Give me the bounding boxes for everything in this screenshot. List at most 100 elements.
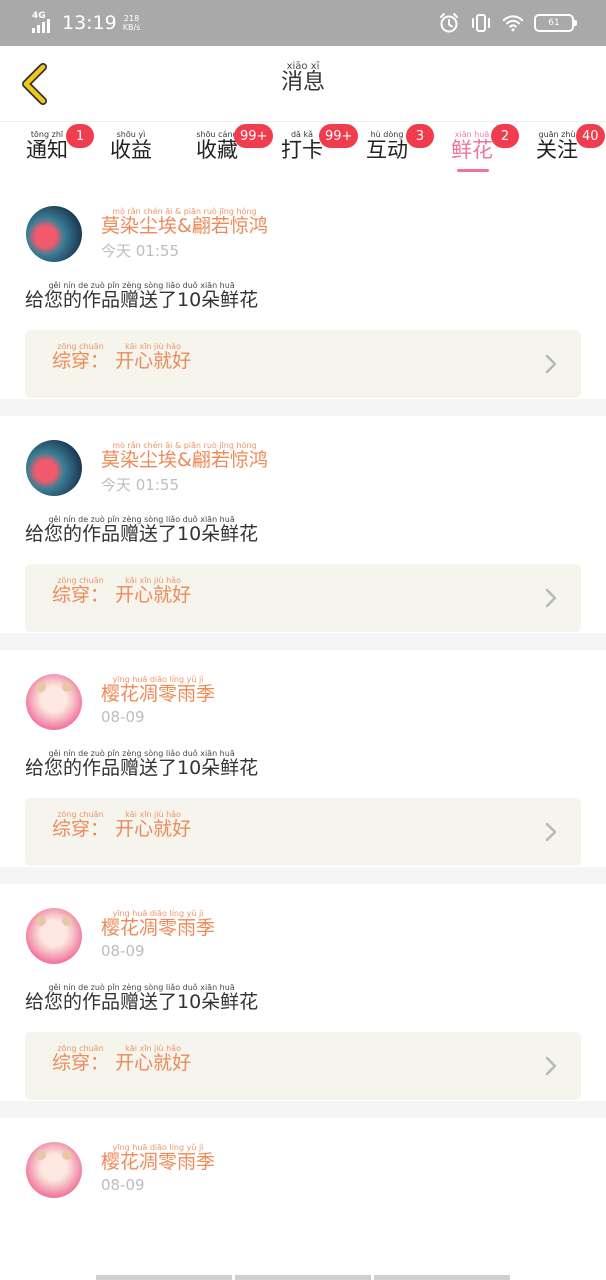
user-name[interactable]: mò rǎn chén āi & piān ruò jīng hóng 莫染尘埃&… — [101, 441, 268, 471]
list-item: yīng huā diāo líng yǔ jì 樱花凋零雨季 08-09 gěi… — [0, 650, 606, 884]
work-label: 综穿： — [52, 818, 110, 840]
message-text: gěi nín de zuò pǐn zèng sòng liǎo duǒ xi… — [25, 281, 258, 311]
timestamp: 08-09 — [101, 708, 145, 726]
message-pinyin: gěi nín de zuò pǐn zèng sòng liǎo duǒ xi… — [48, 281, 235, 290]
message-text: gěi nín de zuò pǐn zèng sòng liǎo duǒ xi… — [25, 983, 258, 1013]
battery-level: 61 — [548, 18, 560, 28]
avatar[interactable] — [26, 674, 82, 730]
tab-bar: tōng zhī 通知 1 shōu yì 收益 shōu cáng 收藏 99… — [0, 122, 606, 182]
work-title-pinyin: kāi xīn jiù hǎo — [125, 342, 181, 351]
work-label-pinyin: zōng chuān — [57, 1044, 104, 1053]
battery-icon: 61 — [534, 14, 577, 32]
work-info: zōng chuān 综穿： kāi xīn jiù hǎo 开心就好 — [52, 810, 191, 840]
work-link[interactable]: zōng chuān 综穿： kāi xīn jiù hǎo 开心就好 — [25, 330, 581, 398]
speed-value: 218 — [123, 14, 140, 23]
user-name-text: 樱花凋零雨季 — [101, 1151, 216, 1173]
clock: 13:19 — [62, 12, 117, 34]
work-info: zōng chuān 综穿： kāi xīn jiù hǎo 开心就好 — [52, 342, 191, 372]
tab-label: 互动 — [366, 138, 408, 162]
network-speed: 218 KB/s — [123, 14, 141, 32]
tab-pinyin: xiān huā — [454, 130, 490, 139]
message-body: 给您的作品赠送了10朵鲜花 — [25, 757, 259, 779]
user-name[interactable]: yīng huā diāo líng yǔ jì 樱花凋零雨季 — [101, 909, 215, 939]
network-type: 4G — [32, 11, 46, 21]
work-label-pinyin: zōng chuān — [57, 810, 104, 819]
chevron-right-icon — [543, 352, 559, 376]
tab-badge: 40 — [576, 124, 605, 148]
timestamp: 08-09 — [101, 1176, 145, 1194]
tab-pinyin: tōng zhī — [30, 130, 64, 139]
tab-notice[interactable]: tōng zhī 通知 1 — [26, 124, 94, 180]
work-info: zōng chuān 综穿： kāi xīn jiù hǎo 开心就好 — [52, 1044, 191, 1074]
timestamp: 今天 01:55 — [101, 476, 179, 494]
avatar[interactable] — [26, 440, 82, 496]
tab-badge: 1 — [66, 124, 94, 148]
user-name-text: 樱花凋零雨季 — [101, 917, 216, 939]
tab-badge: 2 — [491, 124, 519, 148]
tab-label: 通知 — [26, 138, 68, 162]
avatar[interactable] — [26, 908, 82, 964]
work-title: 开心就好 — [115, 1052, 192, 1074]
work-link[interactable]: zōng chuān 综穿： kāi xīn jiù hǎo 开心就好 — [25, 564, 581, 632]
tab-pinyin: shōu yì — [116, 130, 146, 139]
message-body: 给您的作品赠送了10朵鲜花 — [25, 523, 259, 545]
list-item: yīng huā diāo líng yǔ jì 樱花凋零雨季 08-09 gěi… — [0, 884, 606, 1118]
work-label: 综穿： — [52, 350, 110, 372]
tab-badge: 99+ — [234, 124, 274, 148]
work-title-pinyin: kāi xīn jiù hǎo — [125, 576, 181, 585]
message-text: gěi nín de zuò pǐn zèng sòng liǎo duǒ xi… — [25, 515, 258, 545]
message-pinyin: gěi nín de zuò pǐn zèng sòng liǎo duǒ xi… — [48, 983, 235, 992]
status-right: 61 — [438, 11, 577, 35]
user-name-pinyin: yīng huā diāo líng yǔ jì — [112, 675, 204, 684]
work-title: 开心就好 — [115, 584, 192, 606]
tab-label: 收益 — [110, 138, 152, 162]
page-title-pinyin: xiāo xī — [286, 61, 320, 72]
user-name[interactable]: mò rǎn chén āi & piān ruò jīng hóng 莫染尘埃&… — [101, 207, 268, 237]
work-link[interactable]: zōng chuān 综穿： kāi xīn jiù hǎo 开心就好 — [25, 798, 581, 866]
app-header: xiāo xī 消息 — [0, 46, 606, 122]
avatar[interactable] — [26, 1142, 82, 1198]
message-pinyin: gěi nín de zuò pǐn zèng sòng liǎo duǒ xi… — [48, 749, 235, 758]
work-info: zōng chuān 综穿： kāi xīn jiù hǎo 开心就好 — [52, 576, 191, 606]
tab-interaction[interactable]: hù dòng 互动 3 — [366, 124, 434, 180]
tab-earnings[interactable]: shōu yì 收益 — [110, 130, 152, 180]
message-text: gěi nín de zuò pǐn zèng sòng liǎo duǒ xi… — [25, 749, 258, 779]
tab-pinyin: hù dòng — [370, 130, 404, 139]
chevron-right-icon — [543, 586, 559, 610]
active-tab-indicator — [457, 169, 489, 172]
tab-flowers[interactable]: xiān huā 鲜花 2 — [451, 124, 519, 180]
status-bar: 4G 13:19 218 KB/s 61 — [0, 0, 606, 46]
page-title-text: 消息 — [280, 70, 325, 95]
tab-favorites[interactable]: shōu cáng 收藏 99+ — [196, 124, 274, 180]
list-item: mò rǎn chén āi & piān ruò jīng hóng 莫染尘埃&… — [0, 416, 606, 650]
timestamp: 08-09 — [101, 942, 145, 960]
work-label: 综穿： — [52, 584, 110, 606]
message-body: 给您的作品赠送了10朵鲜花 — [25, 289, 259, 311]
flower-feed: mò rǎn chén āi & piān ruò jīng hóng 莫染尘埃&… — [0, 182, 606, 1218]
page-title: xiāo xī 消息 — [0, 62, 606, 95]
list-item: mò rǎn chén āi & piān ruò jīng hóng 莫染尘埃&… — [0, 182, 606, 416]
message-pinyin: gěi nín de zuò pǐn zèng sòng liǎo duǒ xi… — [48, 515, 235, 524]
speed-unit: KB/s — [122, 23, 141, 32]
chevron-right-icon — [543, 820, 559, 844]
work-label: 综穿： — [52, 1052, 110, 1074]
tab-label: 打卡 — [281, 138, 323, 162]
avatar[interactable] — [26, 206, 82, 262]
home-indicator — [0, 1275, 606, 1280]
user-name-pinyin: mò rǎn chén āi & piān ruò jīng hóng — [112, 441, 257, 450]
user-name-text: 樱花凋零雨季 — [101, 683, 216, 705]
work-label-pinyin: zōng chuān — [57, 342, 104, 351]
tab-pinyin: guān zhù — [538, 130, 576, 139]
tab-follow[interactable]: guān zhù 关注 40 — [536, 124, 605, 180]
user-name[interactable]: yīng huā diāo líng yǔ jì 樱花凋零雨季 — [101, 675, 215, 705]
work-label-pinyin: zōng chuān — [57, 576, 104, 585]
work-title-pinyin: kāi xīn jiù hǎo — [125, 1044, 181, 1053]
work-link[interactable]: zōng chuān 综穿： kāi xīn jiù hǎo 开心就好 — [25, 1032, 581, 1100]
user-name-pinyin: yīng huā diāo líng yǔ jì — [112, 1143, 204, 1152]
user-name-text: 莫染尘埃&翩若惊鸿 — [101, 215, 268, 237]
tab-checkin[interactable]: dǎ kǎ 打卡 99+ — [281, 124, 359, 180]
user-name-pinyin: yīng huā diāo líng yǔ jì — [112, 909, 204, 918]
tab-label: 鲜花 — [451, 138, 493, 162]
tab-label: 关注 — [536, 138, 578, 162]
user-name[interactable]: yīng huā diāo líng yǔ jì 樱花凋零雨季 — [101, 1143, 215, 1173]
